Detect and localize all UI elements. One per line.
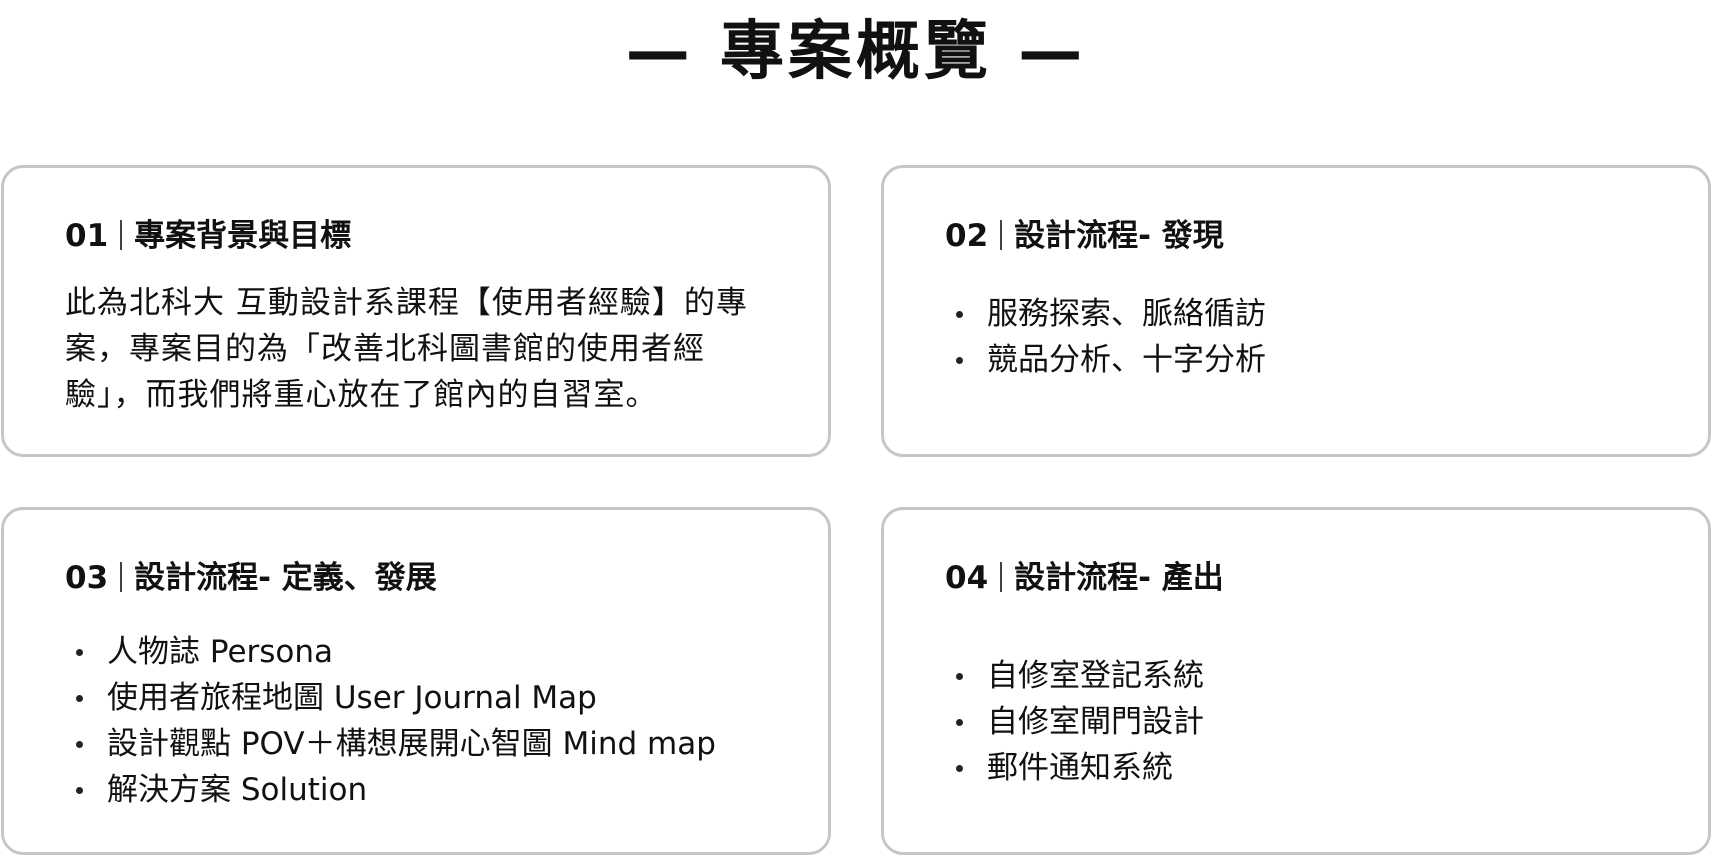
list-item: 服務探索、脈絡循訪 bbox=[956, 291, 1266, 337]
card-title: 設計流程- 發現 bbox=[1014, 218, 1224, 254]
card-design-process-discover: 02 設計流程- 發現 服務探索、脈絡循訪 競品分析、十字分析 bbox=[881, 165, 1711, 457]
list-item: 人物誌 Persona bbox=[76, 629, 716, 675]
divider bbox=[120, 562, 123, 592]
list-item-text: 自修室閘門設計 bbox=[987, 704, 1204, 740]
divider bbox=[120, 220, 123, 250]
bullet-icon bbox=[956, 672, 963, 680]
card-number: 03 bbox=[65, 560, 109, 596]
bullet-icon bbox=[76, 648, 83, 656]
list-item: 解決方案 Solution bbox=[76, 767, 716, 813]
bullet-icon bbox=[956, 356, 963, 364]
list-item-text: 自修室登記系統 bbox=[987, 658, 1204, 694]
card-heading: 03 設計流程- 定義、發展 bbox=[65, 558, 437, 598]
card-design-process-deliver: 04 設計流程- 產出 自修室登記系統 自修室閘門設計 郵件通知系統 bbox=[881, 507, 1711, 855]
card-project-background: 01 專案背景與目標 此為北科大 互動設計系課程【使用者經驗】的專案，專案目的為「… bbox=[1, 165, 831, 457]
card-title: 專案背景與目標 bbox=[134, 218, 352, 254]
list-item: 自修室閘門設計 bbox=[956, 699, 1204, 745]
divider bbox=[1000, 220, 1003, 250]
card-number: 02 bbox=[945, 218, 989, 254]
bullet-icon bbox=[956, 764, 963, 772]
list-item-text: 人物誌 Persona bbox=[107, 634, 334, 670]
list-item: 自修室登記系統 bbox=[956, 653, 1204, 699]
list-item-text: 使用者旅程地圖 User Journal Map bbox=[107, 680, 597, 716]
list-item: 競品分析、十字分析 bbox=[956, 337, 1266, 383]
list-item-text: 郵件通知系統 bbox=[987, 750, 1173, 786]
list-item-text: 競品分析、十字分析 bbox=[987, 342, 1266, 378]
card-paragraph: 此為北科大 互動設計系課程【使用者經驗】的專案，專案目的為「改善北科圖書館的使用… bbox=[65, 285, 748, 413]
bullet-icon bbox=[956, 310, 963, 318]
list-item-text: 設計觀點 POV＋構想展開心智圖 Mind map bbox=[107, 726, 716, 762]
card-number: 01 bbox=[65, 218, 109, 254]
card-list: 自修室登記系統 自修室閘門設計 郵件通知系統 bbox=[956, 653, 1204, 791]
card-heading: 04 設計流程- 產出 bbox=[945, 558, 1224, 598]
list-item: 使用者旅程地圖 User Journal Map bbox=[76, 675, 716, 721]
list-item: 郵件通知系統 bbox=[956, 745, 1204, 791]
list-item-text: 解決方案 Solution bbox=[107, 772, 368, 808]
divider bbox=[1000, 562, 1003, 592]
bullet-icon bbox=[956, 718, 963, 726]
card-number: 04 bbox=[945, 560, 989, 596]
bullet-icon bbox=[76, 786, 83, 794]
card-title: 設計流程- 產出 bbox=[1014, 560, 1224, 596]
card-list: 服務探索、脈絡循訪 競品分析、十字分析 bbox=[956, 291, 1266, 383]
card-heading: 01 專案背景與目標 bbox=[65, 216, 351, 256]
bullet-icon bbox=[76, 694, 83, 702]
card-heading: 02 設計流程- 發現 bbox=[945, 216, 1224, 256]
card-title: 設計流程- 定義、發展 bbox=[134, 560, 437, 596]
card-design-process-define-develop: 03 設計流程- 定義、發展 人物誌 Persona 使用者旅程地圖 User J… bbox=[1, 507, 831, 855]
page-title: — 專案概覽 — bbox=[625, 15, 1087, 89]
list-item: 設計觀點 POV＋構想展開心智圖 Mind map bbox=[76, 721, 716, 767]
bullet-icon bbox=[76, 740, 83, 748]
card-list: 人物誌 Persona 使用者旅程地圖 User Journal Map 設計觀… bbox=[76, 629, 716, 813]
list-item-text: 服務探索、脈絡循訪 bbox=[987, 296, 1266, 332]
